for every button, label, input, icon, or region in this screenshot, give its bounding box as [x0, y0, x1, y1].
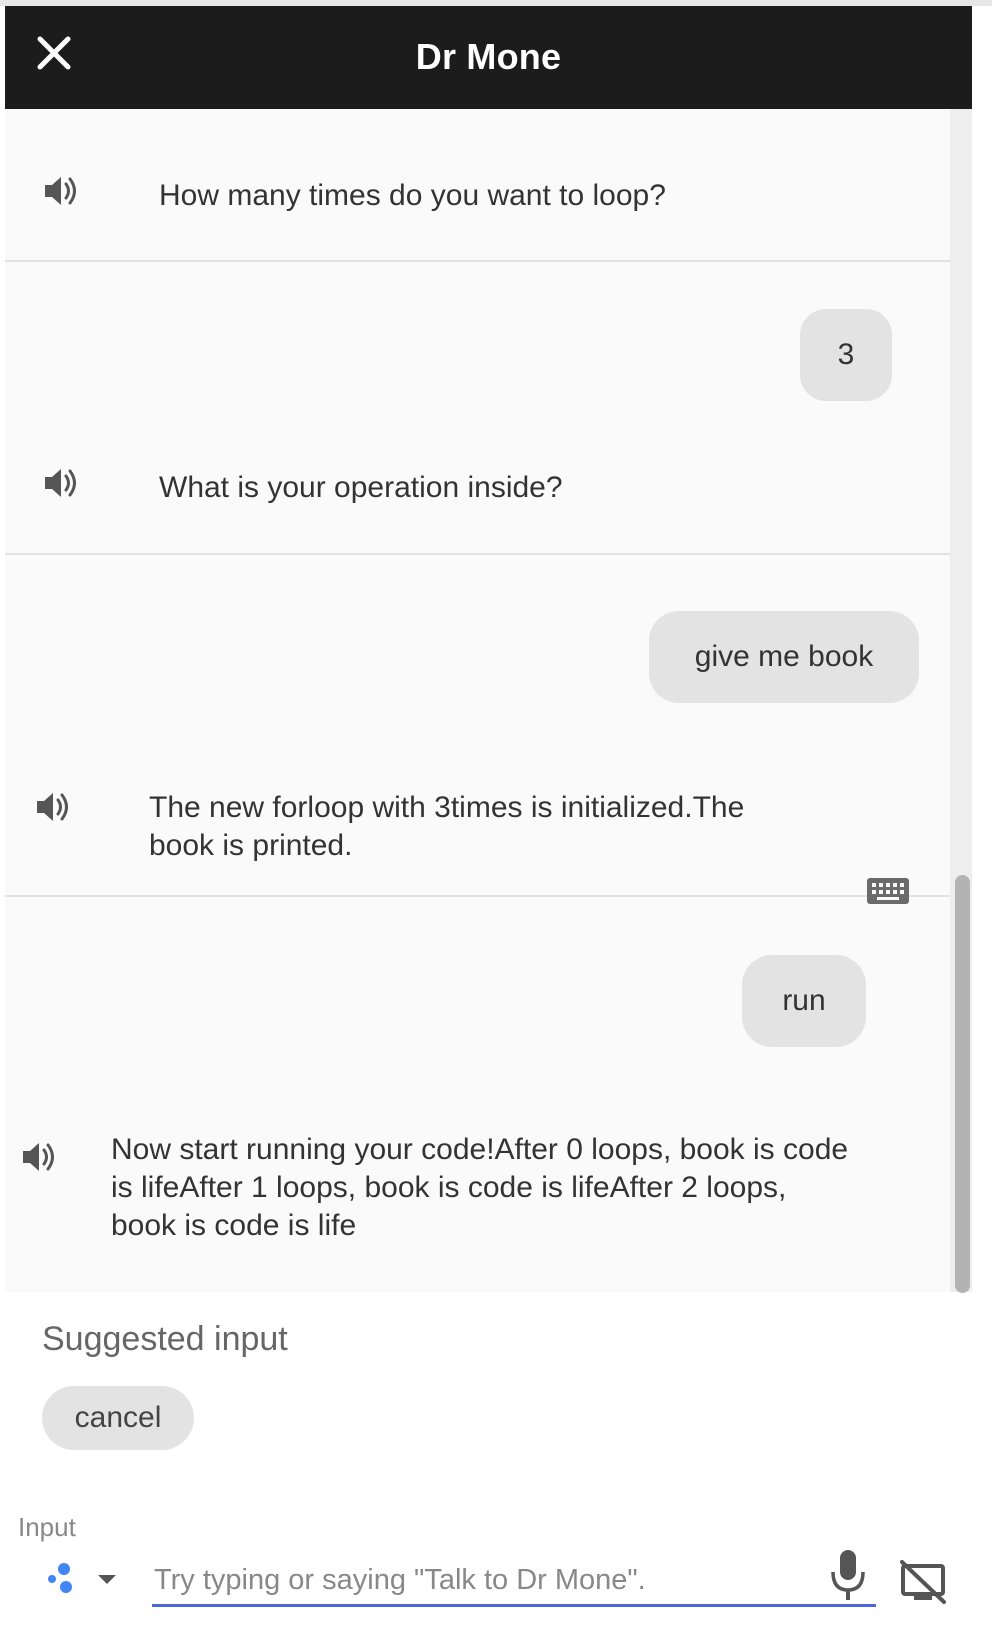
assistant-switch-button[interactable] [42, 1555, 122, 1601]
divider [5, 553, 950, 555]
app-header: Dr Mone [5, 6, 972, 109]
screen-off-button[interactable] [898, 1558, 950, 1606]
agent-message: What is your operation inside? [159, 471, 563, 504]
speaker-icon[interactable] [41, 463, 83, 503]
agent-message: How many times do you want to loop? [159, 179, 666, 212]
speaker-icon[interactable] [33, 787, 75, 827]
input-label: Input [18, 1512, 76, 1542]
scrollbar-thumb[interactable] [955, 875, 970, 1293]
suggested-input-label: Suggested input [42, 1320, 288, 1358]
user-message-bubble: 3 [800, 309, 892, 401]
screen-off-icon [900, 1560, 946, 1604]
chevron-down-icon [98, 1575, 116, 1584]
keyboard-icon [866, 875, 910, 907]
agent-message: Now start running your code!After 0 loop… [111, 1133, 849, 1242]
assistant-dots-icon [48, 1563, 116, 1593]
mic-button[interactable] [828, 1548, 868, 1606]
page-title: Dr Mone [415, 36, 562, 77]
user-message-bubble: give me book [649, 611, 919, 703]
agent-message: The new forloop with 3times is initializ… [149, 791, 745, 862]
divider [5, 895, 950, 897]
mic-icon [831, 1550, 865, 1600]
speaker-icon[interactable] [41, 171, 83, 211]
suggestion-chip-cancel[interactable]: cancel [42, 1386, 194, 1450]
divider [5, 260, 950, 262]
user-message-bubble: run [742, 955, 866, 1047]
conversation-panel[interactable]: How many times do you want to loop? 3 Wh… [5, 109, 950, 1292]
chat-input[interactable] [152, 1556, 876, 1607]
speaker-icon[interactable] [19, 1137, 61, 1177]
